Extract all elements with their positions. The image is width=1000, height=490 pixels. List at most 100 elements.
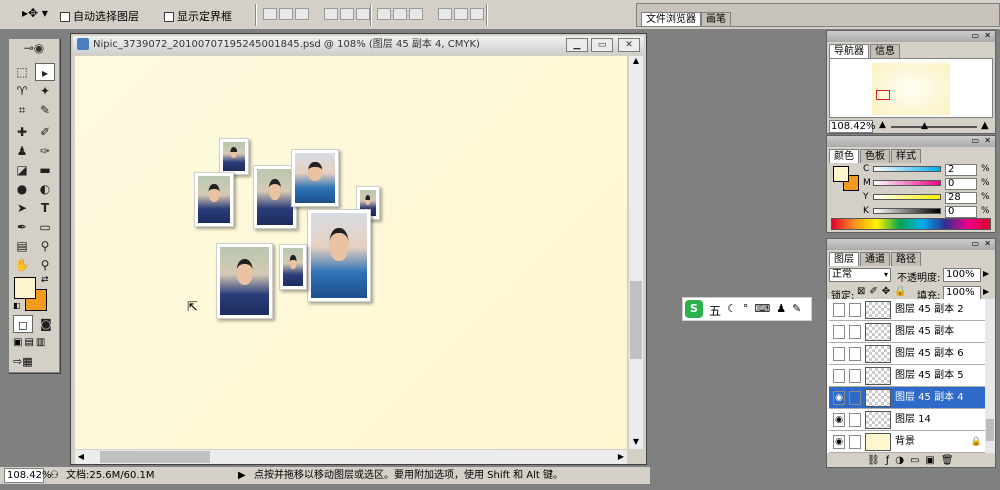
crop-tool-icon[interactable]: ⌗ bbox=[12, 101, 32, 119]
color-spectrum-bar[interactable] bbox=[831, 218, 991, 230]
tab-navigator[interactable]: 导航器 bbox=[829, 44, 869, 58]
channel-slider[interactable] bbox=[873, 166, 941, 172]
horizontal-scroll-thumb[interactable] bbox=[100, 451, 210, 463]
zoom-tool-icon[interactable]: ⚲ bbox=[35, 256, 55, 274]
panel-close-icon[interactable]: ✕ bbox=[984, 239, 991, 248]
opacity-field[interactable]: 100% bbox=[943, 268, 981, 282]
marquee-tool-icon[interactable]: ⬚ bbox=[12, 63, 32, 81]
layer-row[interactable]: 图层 45 副本 bbox=[829, 321, 988, 343]
swap-colors-icon[interactable]: ⇄ bbox=[41, 275, 49, 285]
layer-link-icon[interactable] bbox=[849, 347, 861, 361]
tab-color[interactable]: 颜色 bbox=[829, 149, 859, 163]
panel-close-icon[interactable]: ✕ bbox=[984, 31, 991, 40]
zoom-slider-thumb[interactable]: ▲ bbox=[921, 121, 928, 131]
align-bottom-icon[interactable] bbox=[295, 8, 309, 20]
opacity-arrow-icon[interactable]: ▶ bbox=[983, 269, 989, 278]
align-hcenter-icon[interactable] bbox=[340, 8, 354, 20]
lock-icons[interactable]: ⊠✐✥🔒 bbox=[857, 286, 911, 297]
align-vcenter-icon[interactable] bbox=[279, 8, 293, 20]
healing-brush-icon[interactable]: ✚ bbox=[12, 123, 32, 141]
fill-arrow-icon[interactable]: ▶ bbox=[983, 287, 989, 296]
tab-brush[interactable]: 画笔 bbox=[701, 12, 731, 26]
navigator-zoom-slider[interactable] bbox=[891, 126, 977, 128]
panel-minimize-icon[interactable]: ▭ bbox=[971, 239, 979, 248]
zoom-out-icon[interactable]: ▲ bbox=[879, 120, 886, 130]
show-bounds-option[interactable]: 显示定界框 bbox=[164, 8, 232, 24]
image-canvas[interactable]: ⇱ bbox=[75, 56, 627, 449]
layer-visibility-icon[interactable] bbox=[833, 369, 845, 383]
ime-tool-icons[interactable]: ☾°⌨♟✎ bbox=[727, 302, 807, 315]
layer-row[interactable]: ◉ 图层 45 副本 4 bbox=[829, 387, 988, 409]
foreground-color-swatch[interactable] bbox=[14, 277, 36, 299]
layer-scroll-thumb[interactable] bbox=[986, 419, 994, 441]
tab-file-browser[interactable]: 文件浏览器 bbox=[641, 12, 701, 26]
adobe-eye-icon[interactable]: ⊸◉ bbox=[13, 41, 55, 57]
hand-tool-icon[interactable]: ✋ bbox=[12, 256, 32, 274]
layer-visibility-icon[interactable]: ◉ bbox=[833, 435, 845, 449]
vertical-scrollbar[interactable]: ▲ ▼ bbox=[629, 56, 643, 449]
status-arrow-icon[interactable]: ▶ bbox=[238, 467, 246, 485]
minimize-button[interactable]: ▁ bbox=[566, 38, 588, 52]
stamp-tool-icon[interactable]: ♟ bbox=[12, 142, 32, 160]
panel-minimize-icon[interactable]: ▭ bbox=[971, 136, 979, 145]
distribute-hcenter-icon[interactable] bbox=[454, 8, 468, 20]
layer-action-icons[interactable]: ⛓ƒ◑▭▣🗑 bbox=[867, 455, 960, 466]
show-bounds-checkbox[interactable] bbox=[164, 12, 174, 22]
notes-tool-icon[interactable]: ▤ bbox=[12, 237, 32, 255]
blend-mode-select[interactable]: 正常 ▾ bbox=[829, 268, 891, 282]
layer-row[interactable]: ◉ 图层 14 bbox=[829, 409, 988, 431]
move-tool-preset-icon[interactable]: ▸✥ ▾ bbox=[22, 6, 48, 20]
color-foreground-swatch[interactable] bbox=[833, 166, 849, 182]
auto-select-layer-option[interactable]: 自动选择图层 bbox=[60, 8, 139, 24]
channel-slider[interactable] bbox=[873, 208, 941, 214]
layer-visibility-icon[interactable] bbox=[833, 325, 845, 339]
lasso-tool-icon[interactable]: ♈ bbox=[12, 82, 32, 100]
distribute-right-icon[interactable] bbox=[470, 8, 484, 20]
scroll-down-arrow[interactable]: ▼ bbox=[629, 437, 643, 449]
jump-to-imageready-icon[interactable]: ⇨▦ bbox=[13, 355, 57, 369]
layer-row[interactable]: 图层 45 副本 5 bbox=[829, 365, 988, 387]
navigator-view-box[interactable] bbox=[876, 90, 890, 100]
channel-value-field[interactable]: 0 bbox=[945, 206, 977, 218]
move-tool-icon[interactable]: ▸ bbox=[35, 63, 55, 81]
distribute-left-icon[interactable] bbox=[438, 8, 452, 20]
close-button[interactable]: ✕ bbox=[618, 38, 640, 52]
maximize-button[interactable]: ▭ bbox=[591, 38, 613, 52]
layer-visibility-icon[interactable]: ◉ bbox=[833, 413, 845, 427]
align-right-icon[interactable] bbox=[356, 8, 370, 20]
align-left-icon[interactable] bbox=[324, 8, 338, 20]
vertical-scroll-thumb[interactable] bbox=[630, 281, 642, 359]
layer-row[interactable]: 图层 45 副本 2 bbox=[829, 299, 988, 321]
screen-mode-icons[interactable]: ▣▤▥ bbox=[13, 337, 57, 351]
auto-select-checkbox[interactable] bbox=[60, 12, 70, 22]
type-tool-icon[interactable]: T bbox=[35, 199, 55, 217]
navigator-zoom-field[interactable]: 108.42% bbox=[829, 120, 876, 133]
channel-value-field[interactable]: 2 bbox=[945, 164, 977, 176]
tab-swatches[interactable]: 色板 bbox=[860, 149, 890, 163]
layer-link-icon[interactable] bbox=[849, 325, 861, 339]
zoom-in-icon[interactable]: ▲ bbox=[981, 120, 989, 131]
channel-slider[interactable] bbox=[873, 180, 941, 186]
layer-visibility-icon[interactable]: ◉ bbox=[833, 391, 845, 405]
layer-link-icon[interactable] bbox=[849, 435, 861, 449]
tab-info[interactable]: 信息 bbox=[870, 44, 900, 58]
distribute-bottom-icon[interactable] bbox=[409, 8, 423, 20]
panel-close-icon[interactable]: ✕ bbox=[984, 136, 991, 145]
blur-tool-icon[interactable]: ● bbox=[12, 180, 32, 198]
channel-value-field[interactable]: 0 bbox=[945, 178, 977, 190]
tab-channels[interactable]: 通道 bbox=[860, 252, 890, 266]
standard-mode-icon[interactable]: ◻ bbox=[13, 315, 33, 333]
fill-field[interactable]: 100% bbox=[943, 286, 981, 300]
distribute-top-icon[interactable] bbox=[377, 8, 391, 20]
panel-minimize-icon[interactable]: ▭ bbox=[971, 31, 979, 40]
zoom-field[interactable]: 108.42% bbox=[4, 468, 52, 483]
align-top-icon[interactable] bbox=[263, 8, 277, 20]
eyedropper-icon[interactable]: ⚲ bbox=[35, 237, 55, 255]
gradient-tool-icon[interactable]: ▬ bbox=[35, 161, 55, 179]
horizontal-scrollbar[interactable]: ◀ ▶ bbox=[75, 450, 627, 464]
layer-visibility-icon[interactable] bbox=[833, 303, 845, 317]
layer-link-icon[interactable] bbox=[849, 369, 861, 383]
channel-value-field[interactable]: 28 bbox=[945, 192, 977, 204]
sogou-logo-icon[interactable]: S bbox=[685, 300, 703, 318]
tab-styles[interactable]: 样式 bbox=[891, 149, 921, 163]
